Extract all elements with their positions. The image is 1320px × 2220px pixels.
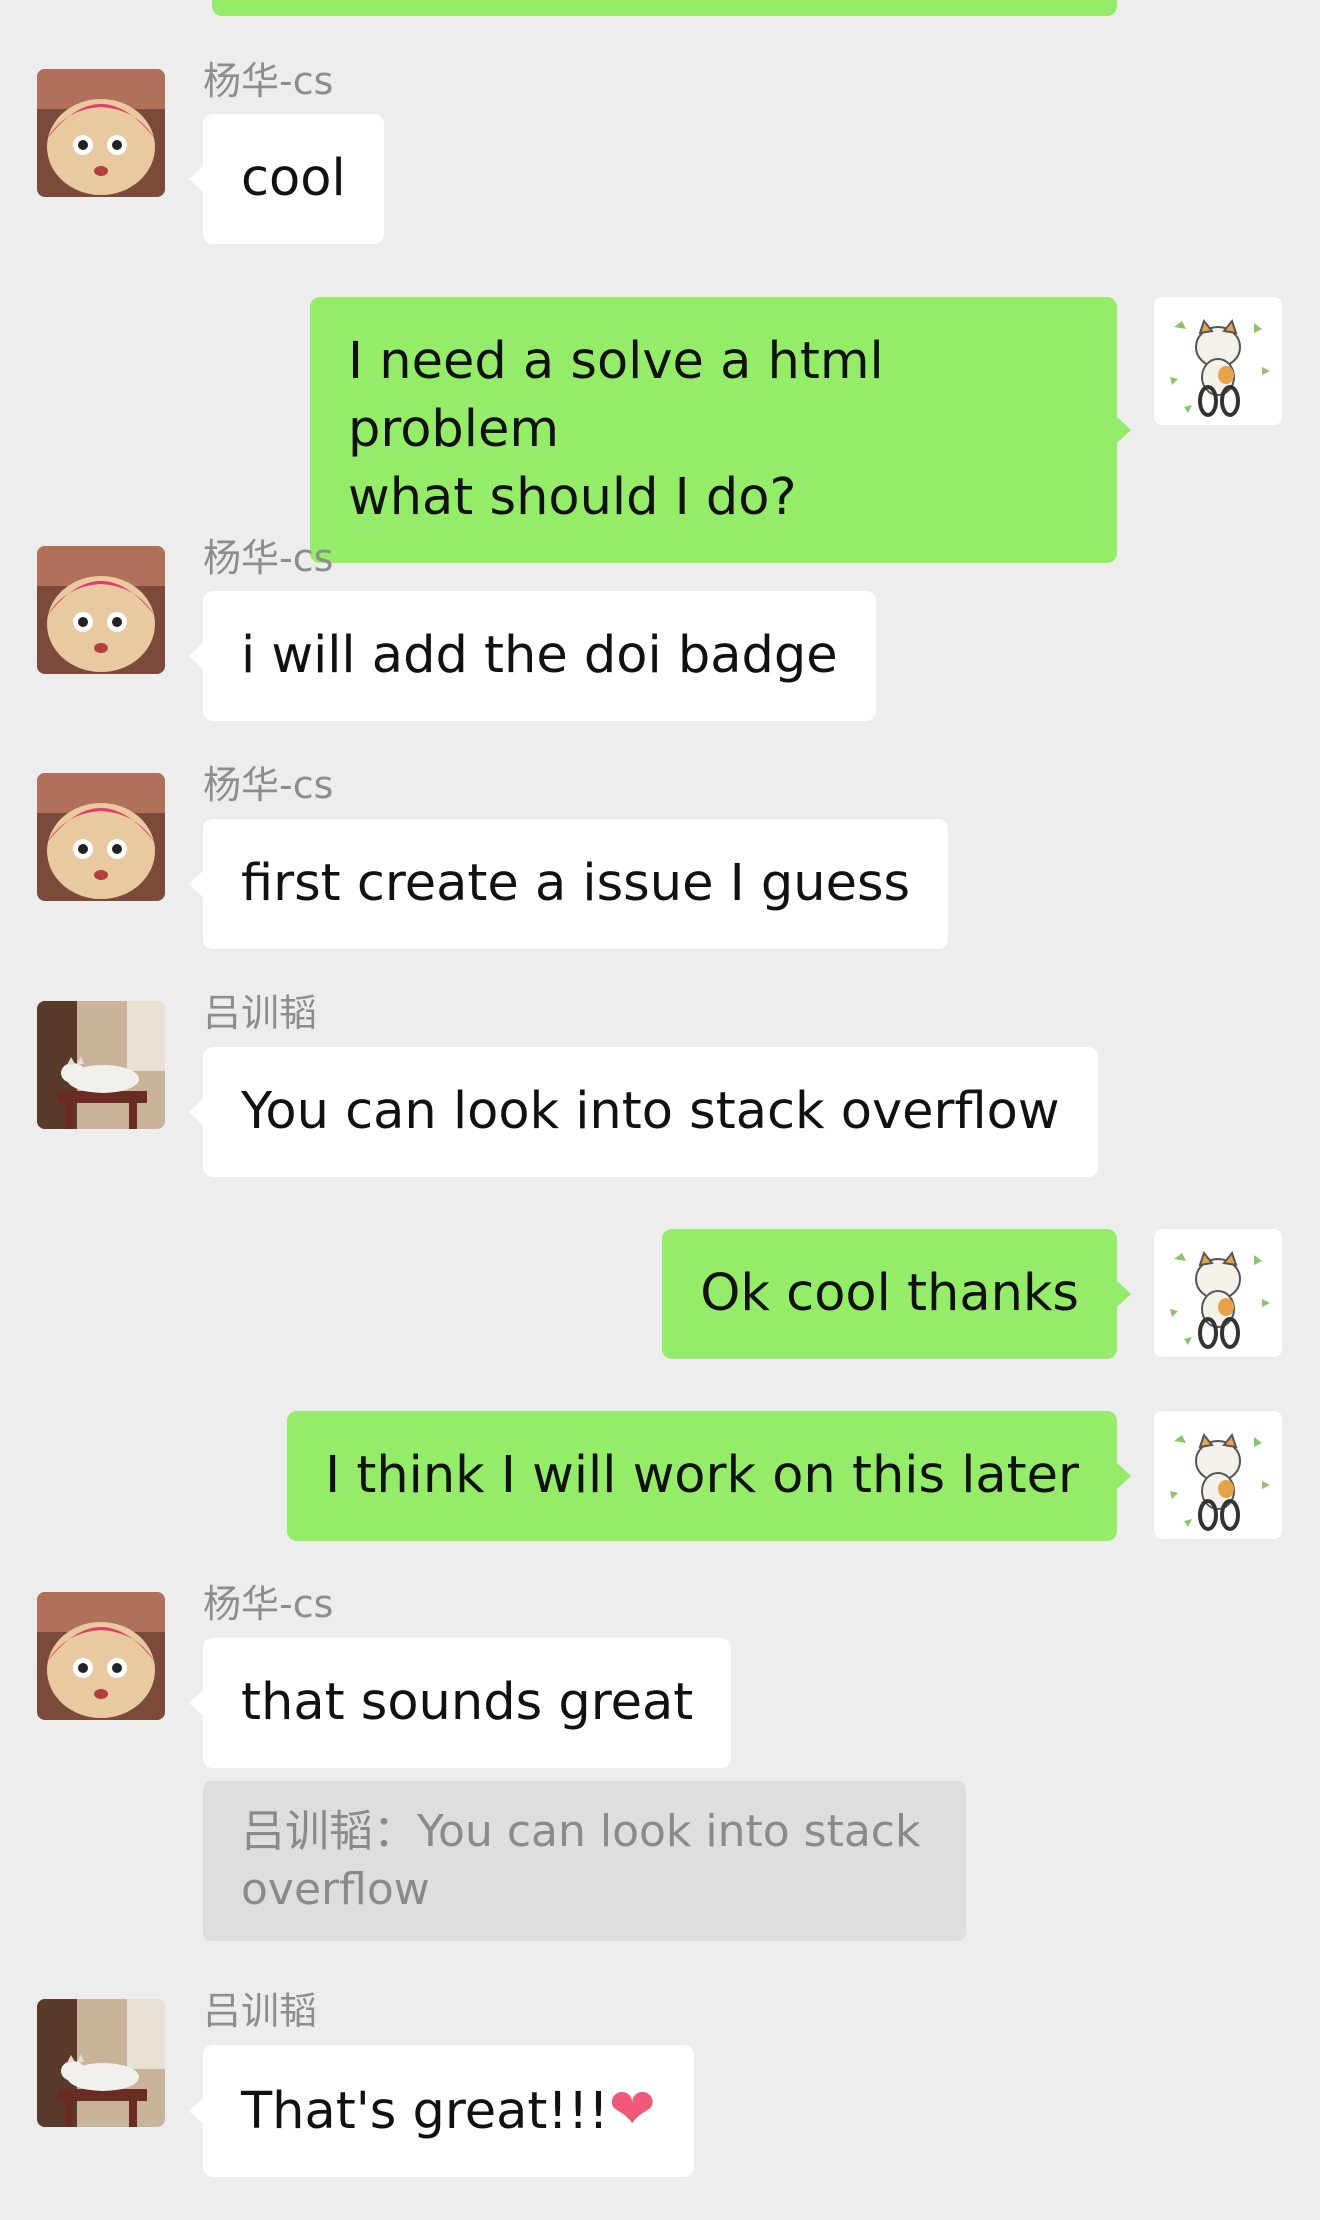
crayon-shin-chan-plush-avatar[interactable]	[37, 1592, 165, 1720]
sender-name: 吕训韬	[203, 991, 318, 1035]
cat-on-bicycle-avatar[interactable]	[1154, 1229, 1282, 1357]
message-text: That's great!!!	[241, 2082, 609, 2141]
incoming-message-bubble[interactable]: first create a issue I guess	[188, 819, 949, 949]
previous-outgoing-bubble-edge	[212, 0, 1117, 16]
outgoing-message-bubble[interactable]: Ok cool thanks	[662, 1229, 1131, 1359]
incoming-message-bubble[interactable]: You can look into stack overflow	[189, 1047, 1098, 1177]
sender-name: 杨华-cs	[203, 59, 334, 103]
heart-emoji-icon: ❤	[608, 2077, 656, 2142]
cat-on-bicycle-avatar[interactable]	[1154, 1411, 1282, 1539]
cat-on-bicycle-avatar[interactable]	[1154, 297, 1282, 425]
quoted-message[interactable]: 吕训韬：You can look into stack overflow	[203, 1781, 966, 1941]
message-line: I need a solve a html problem	[348, 332, 884, 459]
crayon-shin-chan-plush-avatar[interactable]	[37, 773, 165, 901]
sender-name: 杨华-cs	[203, 763, 334, 807]
sleeping-cat-avatar[interactable]	[37, 1999, 165, 2127]
incoming-message-bubble[interactable]: cool	[189, 114, 384, 244]
incoming-message-bubble[interactable]: i will add the doi badge	[189, 591, 876, 721]
outgoing-message-bubble[interactable]: I need a solve a html problem what shoul…	[310, 297, 1131, 563]
quote-line: overflow	[241, 1864, 430, 1915]
message-line: what should I do?	[348, 468, 797, 527]
chat-view[interactable]: 杨华-cs cool I need a solve a html problem…	[0, 0, 1320, 2220]
sender-name: 吕训韬	[203, 1989, 318, 2033]
incoming-message-bubble[interactable]: that sounds great	[188, 1638, 732, 1768]
sender-name: 杨华-cs	[203, 536, 334, 580]
sleeping-cat-avatar[interactable]	[37, 1001, 165, 1129]
outgoing-message-bubble[interactable]: I think I will work on this later	[287, 1411, 1131, 1541]
crayon-shin-chan-plush-avatar[interactable]	[37, 546, 165, 674]
incoming-message-bubble[interactable]: That's great!!!❤	[189, 2045, 694, 2177]
crayon-shin-chan-plush-avatar[interactable]	[37, 69, 165, 197]
sender-name: 杨华-cs	[203, 1582, 334, 1626]
quote-line: 吕训韬：You can look into stack	[241, 1806, 921, 1857]
